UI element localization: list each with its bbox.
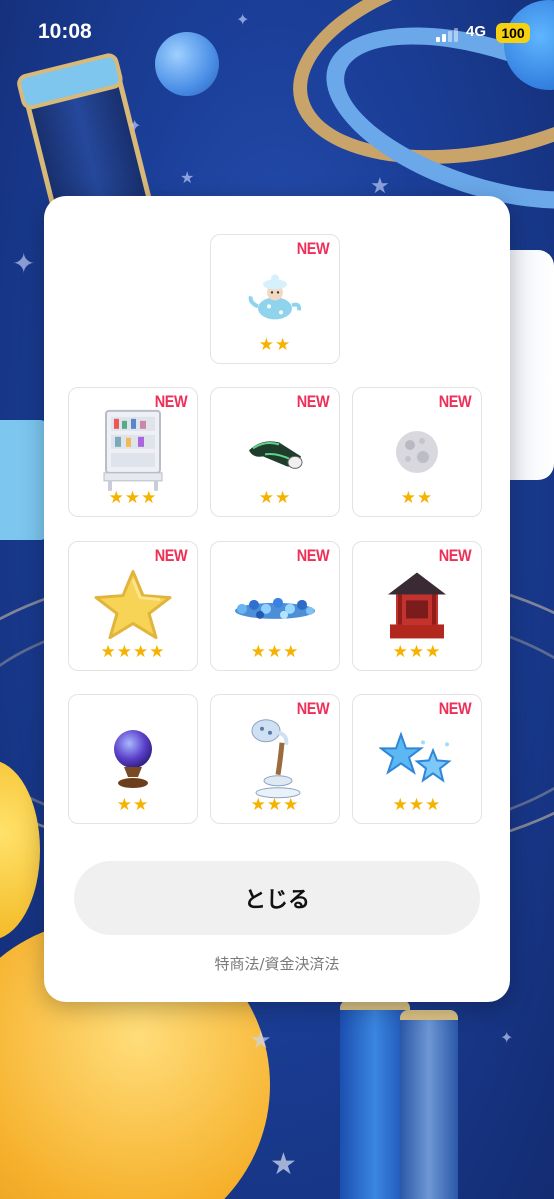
full-moon-icon <box>396 430 438 473</box>
rarity-stars: ★★ <box>258 335 292 355</box>
new-badge: NEW <box>296 392 330 411</box>
item-card-star-cushion[interactable]: NEW ★★★★ <box>68 541 198 671</box>
star-cushion-icon <box>94 569 172 639</box>
crystal-ball-icon <box>114 729 152 788</box>
item-card-green-scarf[interactable]: NEW ★★ <box>210 387 340 517</box>
rarity-stars: ★★★★ <box>100 642 166 662</box>
status-time: 10:08 <box>38 20 92 43</box>
rarity-stars: ★★ <box>400 488 434 508</box>
rarity-stars: ★★★ <box>392 642 442 662</box>
rarity-stars: ★★★ <box>108 488 158 508</box>
rarity-stars: ★★ <box>258 488 292 508</box>
new-badge: NEW <box>296 546 330 565</box>
network-label: 4G <box>466 23 487 40</box>
signal-icon <box>436 26 462 42</box>
teapot-fairy-icon <box>248 273 302 319</box>
status-bar: 10:08 4G 100 <box>0 0 554 68</box>
close-button[interactable]: とじる <box>74 861 480 935</box>
item-card-floating-teapot[interactable]: NEW ★★★ <box>210 694 340 824</box>
star-icon: ✦ <box>500 1028 514 1047</box>
item-card-blue-stars[interactable]: NEW ★★★ <box>352 694 482 824</box>
item-card-red-shrine[interactable]: NEW ★★★ <box>352 541 482 671</box>
battery-icon: 100 <box>496 23 530 43</box>
rarity-stars: ★★ <box>116 795 150 815</box>
blue-stars-icon <box>379 730 452 783</box>
new-badge: NEW <box>438 699 472 718</box>
new-badge: NEW <box>154 546 188 565</box>
item-card-teapot-fairy[interactable]: NEW ★★ <box>210 234 340 364</box>
star-icon: ✦ <box>12 247 36 280</box>
new-badge: NEW <box>438 392 472 411</box>
cabinet-icon <box>103 409 163 491</box>
legal-link[interactable]: 特商法/資金決済法 <box>44 953 510 974</box>
rarity-stars: ★★★ <box>250 642 300 662</box>
item-card-crystal-ball[interactable]: ★★ <box>68 694 198 824</box>
green-scarf-icon <box>249 440 303 469</box>
star-icon: ★ <box>270 1147 297 1182</box>
flower-garland-icon <box>235 597 315 619</box>
floating-teapot-icon <box>251 718 301 798</box>
rarity-stars: ★★★ <box>250 795 300 815</box>
new-badge: NEW <box>296 239 330 258</box>
item-card-cabinet[interactable]: NEW ★★★ <box>68 387 198 517</box>
star-icon: ★ <box>180 168 195 187</box>
rarity-stars: ★★★ <box>392 795 442 815</box>
pillar-decoration <box>400 1010 458 1199</box>
red-shrine-icon <box>388 571 446 638</box>
new-badge: NEW <box>438 546 472 565</box>
item-card-full-moon[interactable]: NEW ★★ <box>352 387 482 517</box>
star-icon: ✦ <box>128 116 142 135</box>
reward-modal: NEW ★★ NEW ★★★ NEW ★★ NEW ★★ NEW ★★★★ NE… <box>44 196 510 1002</box>
star-icon: ★ <box>370 174 390 199</box>
pillar-decoration <box>0 420 50 540</box>
item-card-flower-garland[interactable]: NEW ★★★ <box>210 541 340 671</box>
star-icon: ★ <box>250 1026 272 1054</box>
